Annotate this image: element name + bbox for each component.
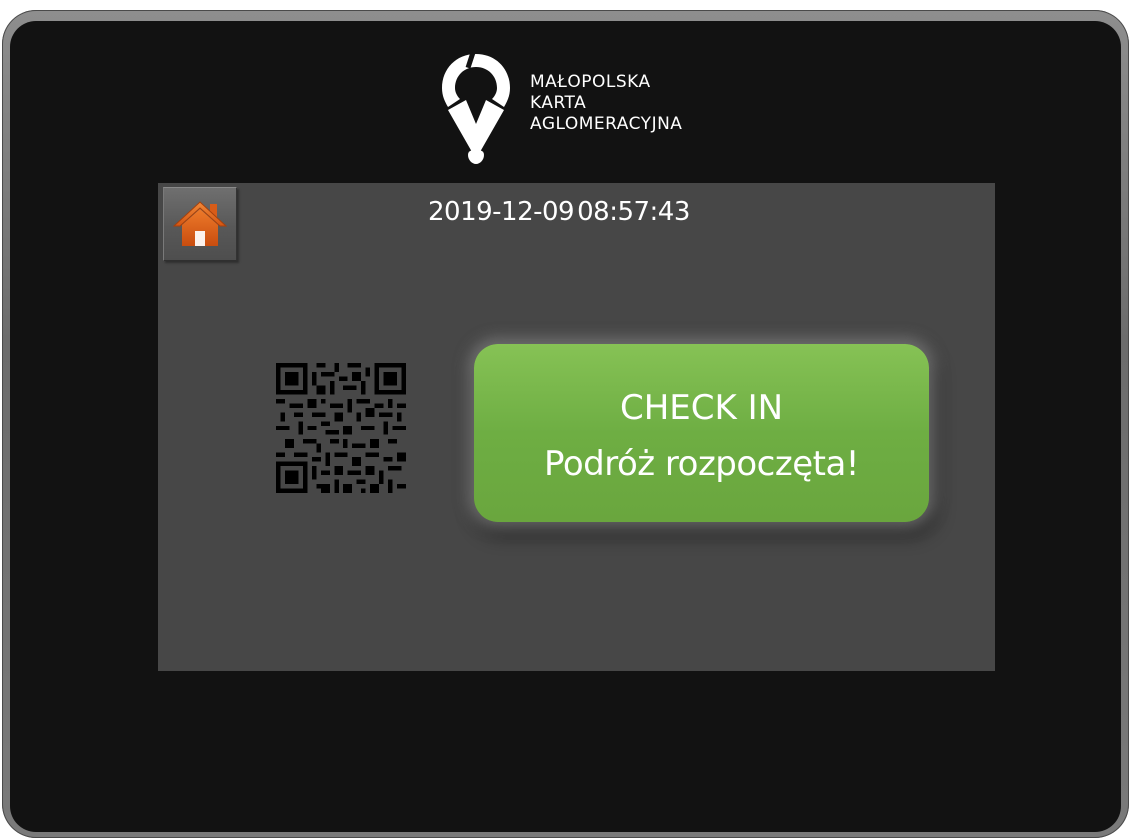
brand-name: MAŁOPOLSKA KARTA AGLOMERACYJNA xyxy=(530,72,682,135)
time-text: 08:57:43 xyxy=(577,197,690,227)
check-in-button[interactable]: CHECK IN Podróż rozpoczęta! xyxy=(474,344,929,522)
check-in-title: CHECK IN xyxy=(619,388,784,428)
brand-name-line-3: AGLOMERACYJNA xyxy=(530,114,683,134)
date-text: 2019-12-09 xyxy=(428,197,575,227)
home-button[interactable] xyxy=(163,187,237,261)
brand-name-line-2: KARTA xyxy=(530,93,587,113)
content-panel: 2019-12-09 08:57:43 CHECK IN Podróż rozp… xyxy=(158,183,995,671)
check-in-message: Podróż rozpoczęta! xyxy=(544,444,859,484)
brand-name-line-1: MAŁOPOLSKA xyxy=(530,72,651,92)
location-pin-logo-icon xyxy=(442,52,510,164)
qr-code-icon xyxy=(276,363,406,493)
brand-logo: MAŁOPOLSKA KARTA AGLOMERACYJNA xyxy=(438,52,738,170)
home-icon xyxy=(172,201,228,246)
datetime-display: 2019-12-09 08:57:43 xyxy=(428,197,690,227)
